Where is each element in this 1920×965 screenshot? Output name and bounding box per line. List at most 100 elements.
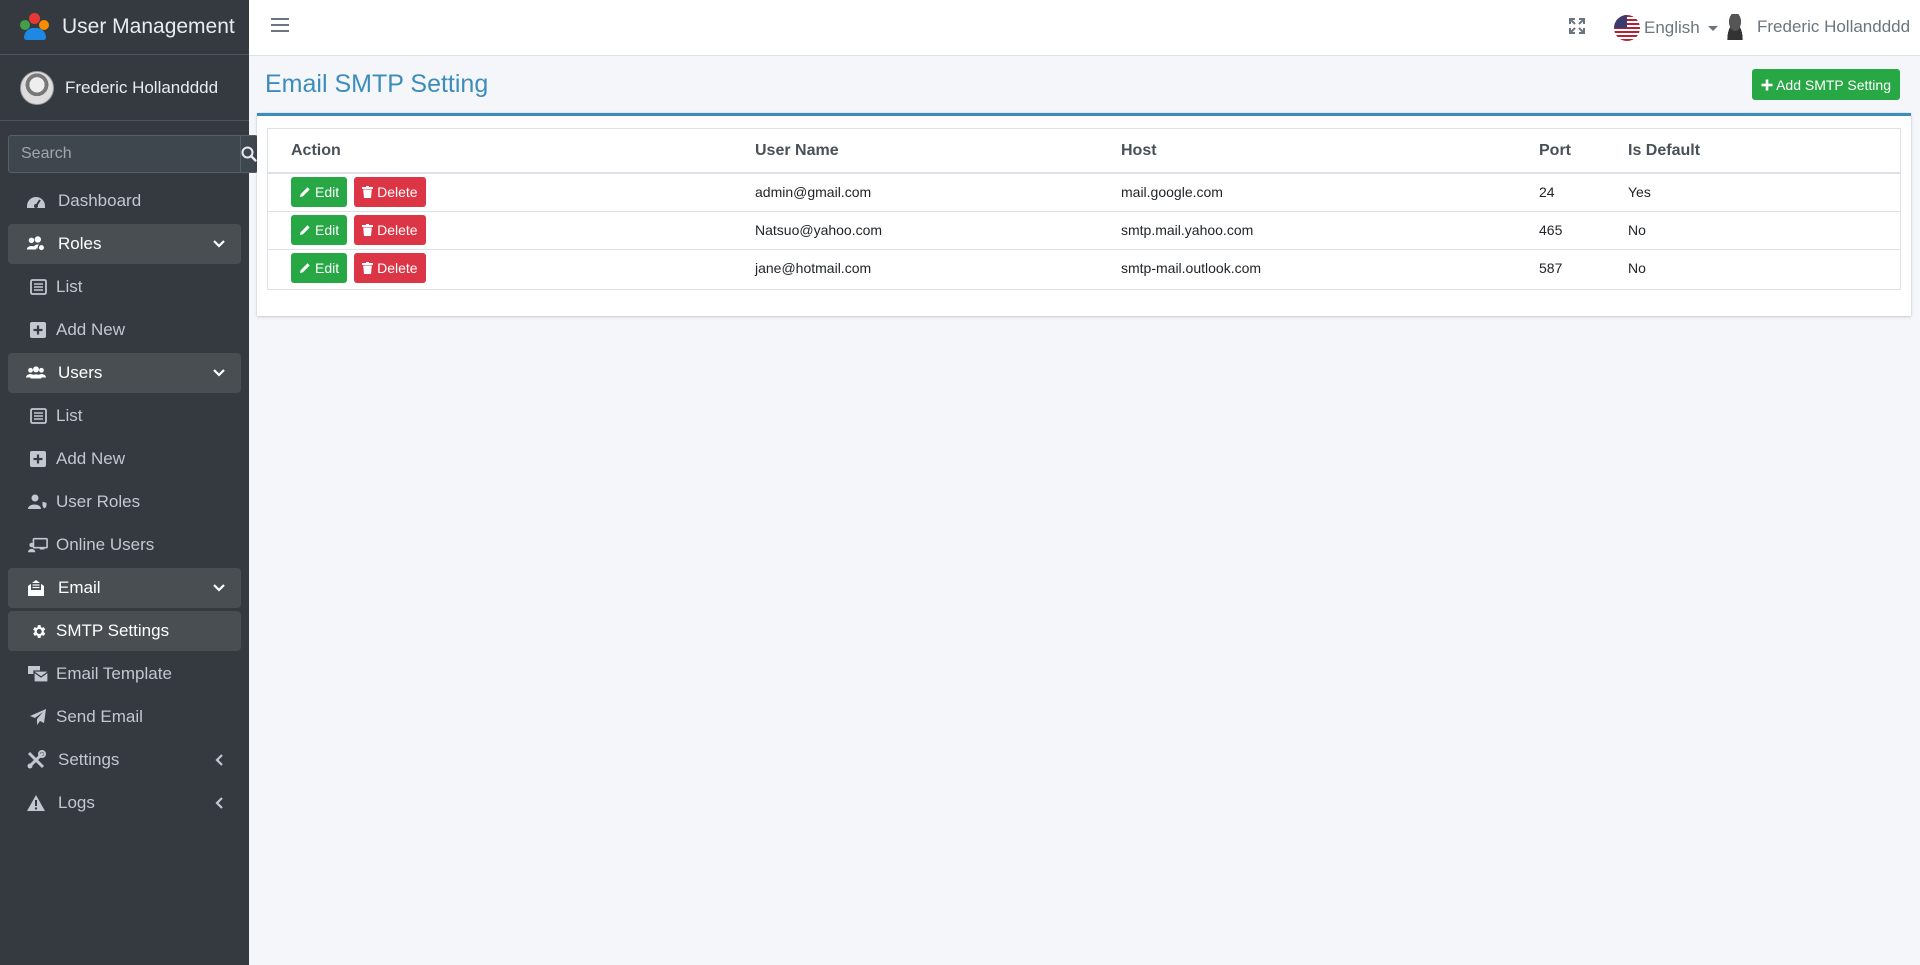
brand-link[interactable]: User Management xyxy=(0,0,249,55)
user-avatar-icon xyxy=(1723,14,1747,40)
add-smtp-setting-label: Add SMTP Setting xyxy=(1776,76,1891,93)
user-name-cell: Natsuo@yahoo.com xyxy=(732,211,1098,250)
brand-logo-icon xyxy=(20,12,50,42)
port-cell: 465 xyxy=(1516,211,1605,250)
menu-toggle-icon[interactable] xyxy=(271,18,289,36)
edit-button[interactable]: Edit xyxy=(291,177,348,208)
users-icon xyxy=(26,363,46,383)
column-header-user-name[interactable]: User Name xyxy=(732,129,1098,174)
action-cell: Edit Delete xyxy=(268,173,732,212)
sidebar-item-label: Email xyxy=(58,578,101,597)
plus-icon xyxy=(1761,79,1773,90)
is-default-cell: No xyxy=(1605,211,1900,250)
chalkboard-user-icon xyxy=(28,535,48,555)
port-cell: 587 xyxy=(1539,260,1563,277)
port-cell: 24 xyxy=(1516,173,1605,212)
users-cog-icon xyxy=(26,234,46,254)
gear-icon xyxy=(28,621,48,641)
edit-button[interactable]: Edit xyxy=(291,253,348,284)
language-label: English xyxy=(1644,18,1700,37)
search-input[interactable] xyxy=(8,135,240,173)
sidebar-item-label: SMTP Settings xyxy=(56,621,170,640)
action-cell: Edit Delete xyxy=(268,249,732,287)
sidebar-item-roles-add-new[interactable]: Add New xyxy=(8,310,241,350)
sidebar-item-email-template[interactable]: Email Template xyxy=(8,654,241,694)
sidebar-item-label: Email Template xyxy=(56,664,172,683)
sidebar-item-email[interactable]: Email xyxy=(8,568,241,608)
sidebar-item-roles-list[interactable]: List xyxy=(8,267,241,307)
delete-label: Delete xyxy=(377,260,418,277)
chevron-left-icon xyxy=(211,752,227,768)
content-header: Email SMTP Setting Add SMTP Setting xyxy=(265,69,1900,110)
host-cell: smtp.mail.yahoo.com xyxy=(1098,211,1516,250)
delete-button[interactable]: Delete xyxy=(354,215,426,245)
column-header-host[interactable]: Host xyxy=(1098,129,1516,174)
sidebar-item-users-list[interactable]: List xyxy=(8,396,241,436)
table-wrapper: Action User Name Host Port Is Default Ed… xyxy=(267,128,1901,290)
pencil-icon xyxy=(300,263,310,274)
edit-label: Edit xyxy=(315,184,340,201)
sidebar-item-label: Online Users xyxy=(56,535,155,554)
pencil-icon xyxy=(300,187,310,198)
delete-label: Delete xyxy=(377,184,418,201)
fullscreen-icon[interactable] xyxy=(1569,18,1587,36)
action-cell: Edit Delete xyxy=(268,211,732,250)
column-header-action[interactable]: Action xyxy=(268,129,732,174)
sidebar-item-send-email[interactable]: Send Email xyxy=(8,697,241,737)
edit-label: Edit xyxy=(315,260,340,277)
user-name-cell: admin@gmail.com xyxy=(732,173,1098,212)
sidebar-item-label: Roles xyxy=(58,234,102,253)
search-icon xyxy=(241,146,257,162)
sidebar-item-logs[interactable]: Logs xyxy=(8,783,241,823)
delete-button[interactable]: Delete xyxy=(354,253,426,284)
topbar: English Frederic Hollandddd xyxy=(249,0,1920,56)
trash-icon xyxy=(362,186,374,199)
list-icon xyxy=(28,277,48,297)
sidebar-item-label: List xyxy=(56,406,83,425)
trash-icon xyxy=(362,262,374,275)
table-row: Edit Delete admin@gmail.com mail.google.c… xyxy=(268,173,1900,212)
sidebar-item-user-roles[interactable]: User Roles xyxy=(8,482,241,522)
search-button[interactable] xyxy=(240,135,258,173)
tools-icon xyxy=(26,750,46,770)
user-panel[interactable]: Frederic Hollandddd xyxy=(0,55,249,121)
plus-square-icon xyxy=(28,320,48,340)
chevron-down-icon xyxy=(211,236,227,252)
sidebar-item-roles[interactable]: Roles xyxy=(8,224,241,264)
sidebar-item-label: Send Email xyxy=(56,707,143,726)
user-name: Frederic Hollandddd xyxy=(65,77,219,97)
user-menu[interactable]: Frederic Hollandddd xyxy=(1723,14,1910,40)
edit-button[interactable]: Edit xyxy=(291,215,348,245)
sidebar-nav: Dashboard Roles List Add New Users List … xyxy=(0,181,249,823)
topbar-user-name: Frederic Hollandddd xyxy=(1757,17,1911,36)
user-shield-icon xyxy=(28,492,48,512)
avatar xyxy=(20,70,54,105)
host-cell: smtp-mail.outlook.com xyxy=(1121,260,1262,277)
delete-button[interactable]: Delete xyxy=(354,177,426,208)
add-smtp-setting-button[interactable]: Add SMTP Setting xyxy=(1752,69,1900,100)
sidebar: User Management Frederic Hollandddd Dash… xyxy=(0,0,258,965)
sidebar-item-label: List xyxy=(56,277,83,296)
pencil-icon xyxy=(300,225,310,235)
sidebar-item-label: Users xyxy=(58,363,103,382)
sidebar-item-label: User Roles xyxy=(56,492,141,511)
chevron-down-icon xyxy=(211,580,227,596)
edit-label: Edit xyxy=(315,222,340,238)
envelope-open-icon xyxy=(26,578,46,598)
sidebar-item-users-add-new[interactable]: Add New xyxy=(8,439,241,479)
column-header-is-default[interactable]: Is Default xyxy=(1605,129,1900,174)
list-icon xyxy=(28,406,48,426)
language-dropdown[interactable]: English xyxy=(1614,15,1718,41)
sidebar-item-online-users[interactable]: Online Users xyxy=(8,525,241,565)
sidebar-item-smtp-settings[interactable]: SMTP Settings xyxy=(8,611,241,651)
plus-square-icon xyxy=(28,449,48,469)
sidebar-item-users[interactable]: Users xyxy=(8,353,241,393)
column-header-port[interactable]: Port xyxy=(1516,129,1605,174)
table-header-row: Action User Name Host Port Is Default xyxy=(268,129,1900,174)
sidebar-item-settings[interactable]: Settings xyxy=(8,740,241,780)
sidebar-item-dashboard[interactable]: Dashboard xyxy=(8,181,241,221)
sidebar-search xyxy=(8,135,258,173)
paper-plane-icon xyxy=(28,707,48,727)
table-row: Edit Delete Natsuo@yahoo.com smtp.mail.ya… xyxy=(268,211,1900,250)
sidebar-item-label: Settings xyxy=(58,750,120,769)
